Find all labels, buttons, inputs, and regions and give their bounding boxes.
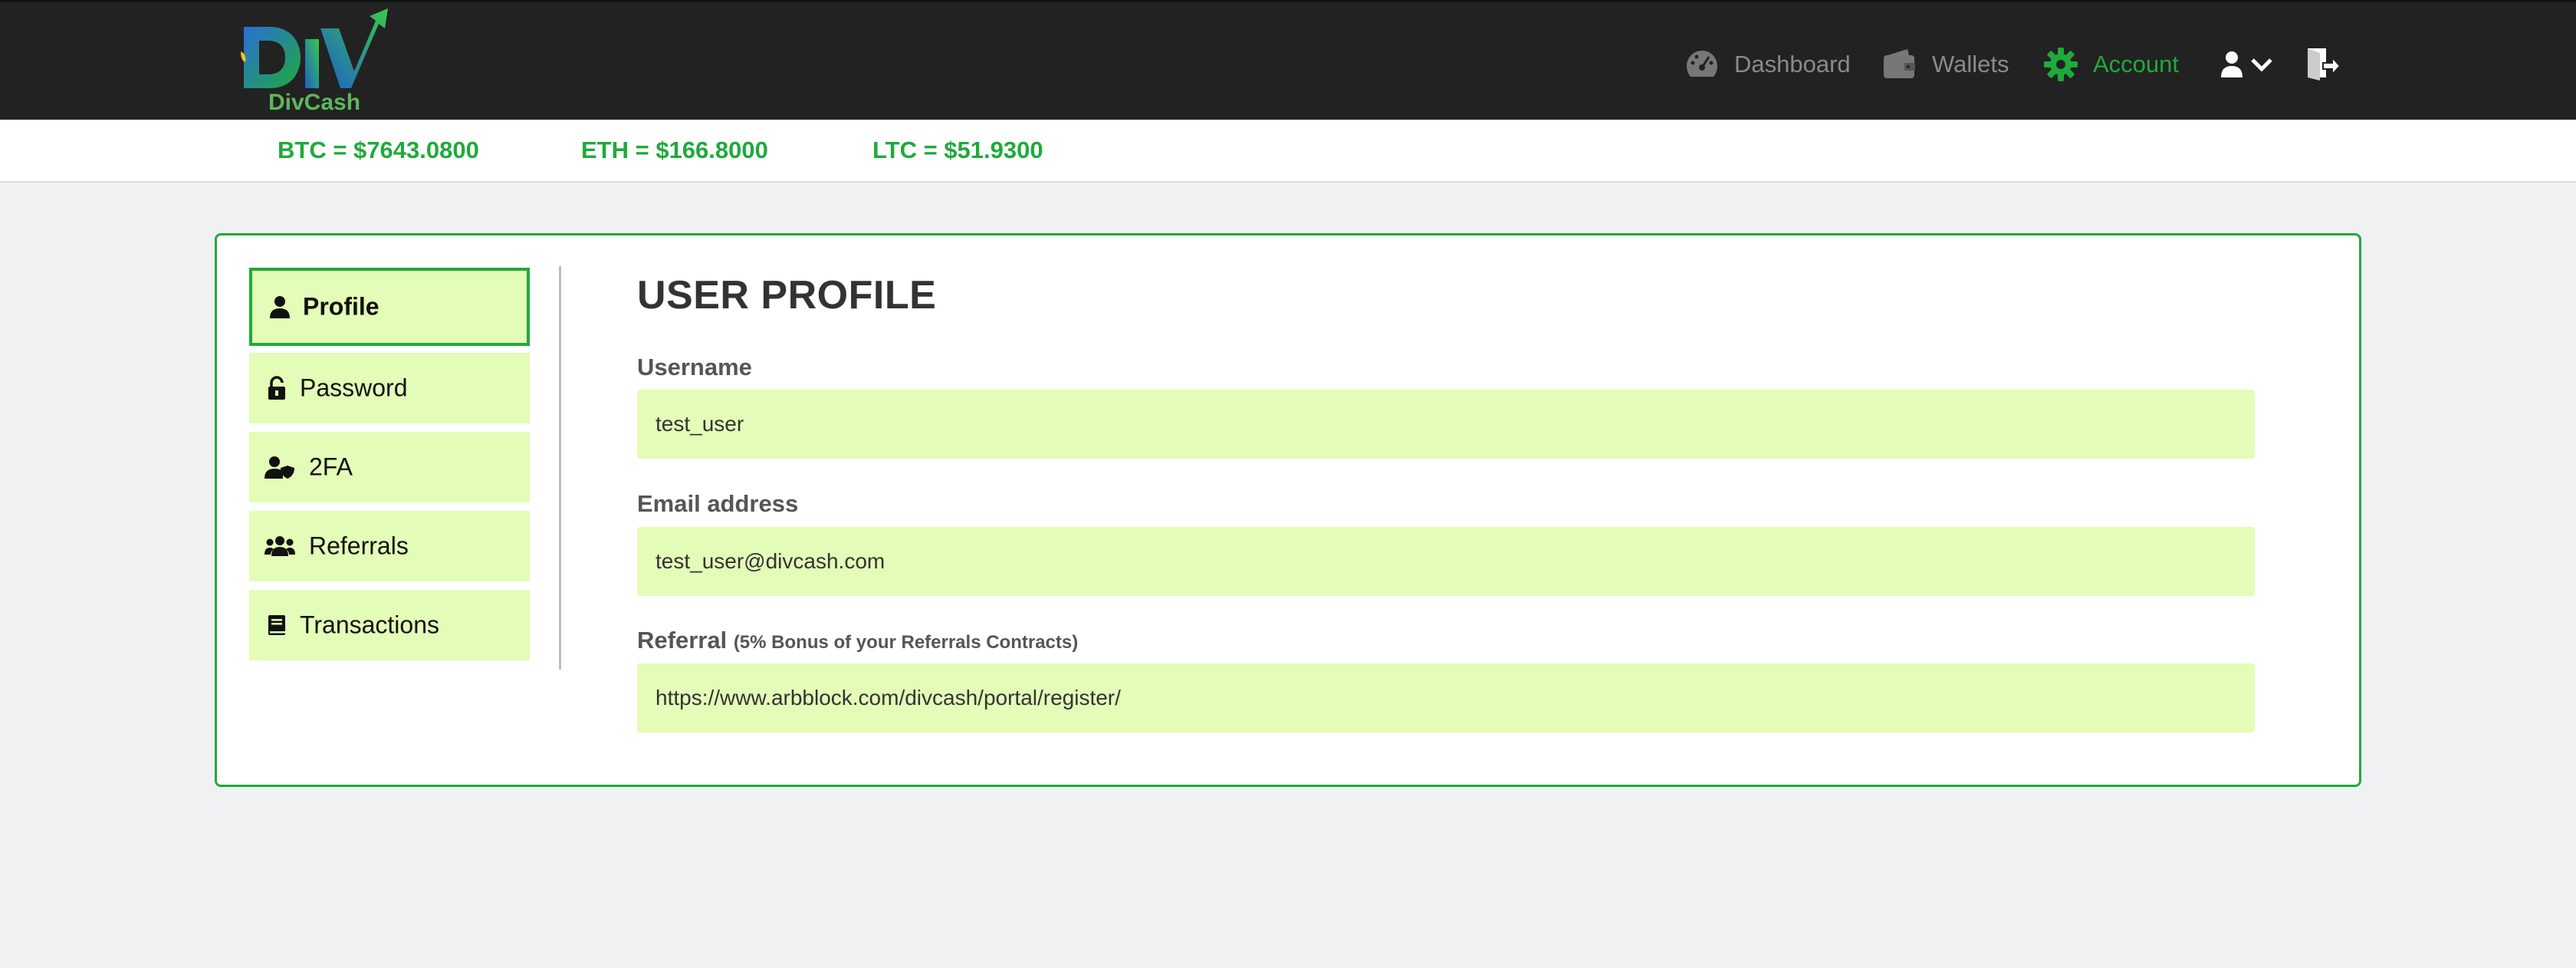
page-title: USER PROFILE (637, 273, 937, 318)
username-field[interactable]: test_user (637, 390, 2255, 459)
referral-bonus-note: (5% Bonus of your Referrals Contracts) (733, 632, 1079, 653)
wallet-icon (1884, 49, 1915, 78)
user-icon (2221, 51, 2242, 77)
nav-dashboard-label: Dashboard (1734, 51, 1851, 77)
user-menu-dropdown[interactable] (2220, 45, 2274, 84)
referral-label: Referral (5% Bonus of your Referrals Con… (637, 627, 1078, 654)
gear-icon (2044, 48, 2078, 81)
price-ticker: BTC = $7643.0800 ETH = $166.8000 LTC = $… (0, 120, 2576, 183)
brand-name: DivCash (268, 90, 361, 115)
nav-dashboard[interactable]: Dashboard (1684, 44, 1851, 85)
unlock-icon (268, 376, 285, 400)
sidebar-item-profile[interactable]: Profile (249, 268, 530, 346)
nav-account[interactable]: Account (2042, 44, 2179, 85)
nav-wallets[interactable]: Wallets (1881, 44, 2009, 85)
user-shield-icon (264, 456, 294, 479)
sidebar-item-password[interactable]: Password (249, 353, 530, 423)
account-card: Profile Password 2FA Referrals Transacti… (215, 233, 2361, 787)
chevron-down-icon (2251, 58, 2272, 72)
sidebar-item-referrals[interactable]: Referrals (249, 511, 530, 581)
email-field[interactable]: test_user@divcash.com (637, 527, 2255, 596)
users-icon (264, 536, 295, 556)
username-label: Username (637, 354, 752, 380)
sidebar-item-label: 2FA (309, 453, 353, 481)
sidebar-item-label: Referrals (309, 532, 409, 560)
referral-link-field[interactable]: https://www.arbblock.com/divcash/portal/… (637, 663, 2255, 733)
referral-label-text: Referral (637, 627, 728, 654)
nav-account-label: Account (2093, 51, 2180, 77)
sidebar-divider (559, 266, 561, 670)
email-label: Email address (637, 490, 799, 517)
sidebar-item-2fa[interactable]: 2FA (249, 432, 530, 502)
book-icon (268, 615, 285, 635)
eth-price: ETH = $166.8000 (581, 137, 768, 163)
top-navbar: DivCash Dashboard Wallets Account (0, 0, 2576, 120)
logout-icon[interactable] (2305, 45, 2340, 81)
btc-price: BTC = $7643.0800 (278, 137, 479, 163)
nav-wallets-label: Wallets (1932, 51, 2009, 77)
ltc-price: LTC = $51.9300 (872, 137, 1043, 163)
sidebar-item-label: Profile (303, 292, 380, 321)
user-icon (270, 296, 290, 318)
dashboard-gauge-icon (1687, 51, 1717, 77)
sidebar-item-label: Password (300, 374, 408, 402)
account-sidebar: Profile Password 2FA Referrals Transacti… (249, 268, 530, 669)
sidebar-item-label: Transactions (300, 611, 439, 639)
sidebar-item-transactions[interactable]: Transactions (249, 590, 530, 660)
